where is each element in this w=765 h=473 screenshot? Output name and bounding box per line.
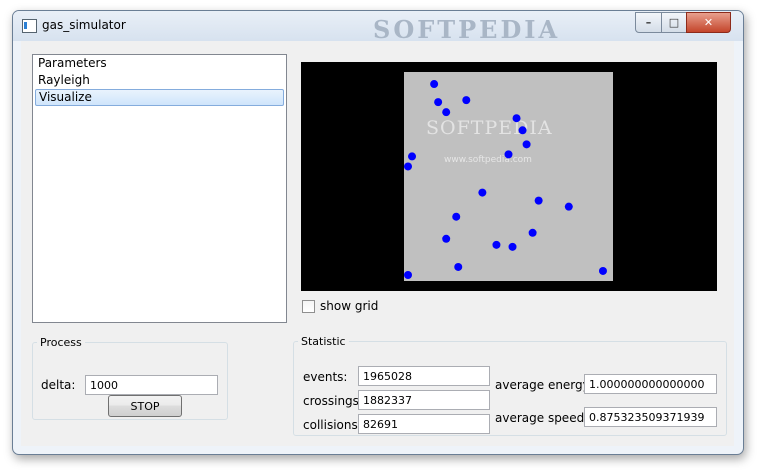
particle — [528, 228, 537, 237]
particle — [518, 126, 527, 135]
delta-input[interactable]: 1000 — [85, 375, 218, 395]
average-energy-label: average energy: — [495, 378, 593, 392]
list-item-visualize[interactable]: Visualize — [35, 89, 284, 106]
particle — [454, 262, 463, 271]
particle-layer — [404, 80, 607, 279]
process-legend: Process — [40, 336, 82, 349]
window-title: gas_simulator — [42, 18, 126, 32]
maximize-button[interactable]: □ — [661, 12, 687, 33]
app-window-icon — [22, 19, 37, 33]
events-field[interactable]: 1965028 — [358, 366, 490, 386]
mode-list[interactable]: Parameters Rayleigh Visualize — [32, 54, 287, 323]
particle — [478, 188, 487, 197]
average-energy-field[interactable]: 1.000000000000000 — [584, 374, 717, 394]
particle — [492, 240, 501, 249]
average-speed-field[interactable]: 0.875323509371939 — [584, 407, 717, 427]
statistic-group: Statistic events: 1965028 crossings: 188… — [293, 335, 727, 436]
client-area: Parameters Rayleigh Visualize SOFTPEDIA … — [21, 41, 734, 446]
list-item-parameters[interactable]: Parameters — [35, 55, 284, 72]
particle — [522, 140, 531, 149]
particle — [462, 96, 471, 105]
crossings-field[interactable]: 1882337 — [358, 390, 490, 410]
maximize-icon: □ — [668, 16, 680, 29]
crossings-label: crossings: — [303, 394, 363, 408]
particle — [442, 234, 451, 243]
collisions-field[interactable]: 82691 — [358, 414, 490, 434]
particle — [564, 202, 573, 211]
particle — [404, 270, 412, 279]
particle — [430, 80, 439, 89]
softpedia-watermark: SOFTPEDIA — [373, 15, 561, 44]
simulation-canvas: SOFTPEDIA www.softpedia.com — [301, 62, 717, 291]
show-grid-label: show grid — [320, 299, 379, 313]
statistic-legend: Statistic — [301, 335, 346, 348]
particle — [598, 266, 607, 275]
show-grid-checkbox[interactable] — [302, 299, 315, 313]
show-grid-toggle[interactable]: show grid — [302, 299, 378, 313]
particle — [512, 114, 521, 123]
particle — [508, 242, 517, 251]
title-bar[interactable]: gas_simulator SOFTPEDIA – □ ✕ — [13, 11, 743, 44]
list-item-rayleigh[interactable]: Rayleigh — [35, 72, 284, 89]
close-button[interactable]: ✕ — [686, 12, 731, 33]
particle — [504, 150, 513, 159]
particle — [534, 196, 543, 205]
particle — [442, 108, 451, 117]
particle — [434, 98, 443, 107]
simulation-area: SOFTPEDIA www.softpedia.com — [404, 72, 613, 281]
average-speed-label: average speed: — [495, 411, 589, 425]
delta-label: delta: — [41, 378, 76, 392]
main-window: gas_simulator SOFTPEDIA – □ ✕ Parameters… — [12, 10, 744, 455]
minimize-button[interactable]: – — [635, 12, 662, 33]
minimize-icon: – — [645, 16, 652, 29]
particle — [408, 152, 417, 161]
particle — [452, 212, 461, 221]
collisions-label: collisions: — [303, 418, 362, 432]
process-group: Process delta: 1000 STOP — [32, 336, 228, 420]
close-icon: ✕ — [703, 16, 714, 29]
particle — [404, 162, 412, 171]
events-label: events: — [303, 370, 348, 384]
stop-button[interactable]: STOP — [108, 395, 182, 417]
